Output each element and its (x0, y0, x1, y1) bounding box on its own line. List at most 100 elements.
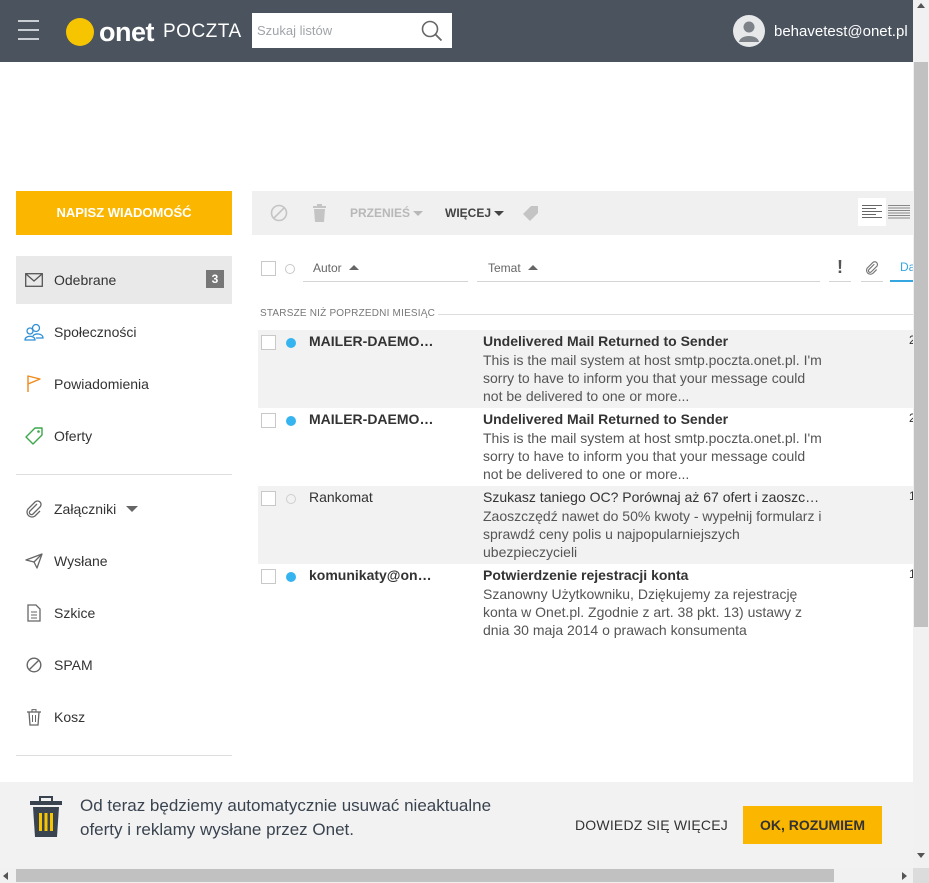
logo-product: POCZTA (163, 21, 242, 42)
mail-subject: Potwierdzenie rejestracji konta (483, 567, 689, 583)
mail-preview: This is the mail system at host smtp.poc… (483, 352, 822, 404)
search-input[interactable] (252, 13, 412, 48)
mail-row[interactable]: MAILER-DAEMON@smtp.poczta.onet.pl Undeli… (258, 408, 916, 486)
mail-row[interactable]: Rankomat Szukasz taniego OC? Porównaj aż… (258, 486, 916, 564)
move-label: PRZENIEŚ (350, 206, 411, 220)
priority-column-header[interactable]: ! (829, 254, 851, 282)
draft-icon (24, 603, 44, 623)
unread-count-badge: 3 (206, 270, 224, 288)
delete-button[interactable] (312, 191, 327, 235)
menu-icon[interactable] (18, 20, 39, 40)
sidebar-item-inbox[interactable]: Odebrane 3 (16, 256, 232, 304)
top-bar: onet POCZTA behavetest@onet.pl (0, 0, 924, 62)
vertical-scrollbar[interactable] (913, 0, 929, 868)
mail-author: MAILER-DAEMON@smtp.poczta.onet.pl (309, 411, 439, 427)
paperclip-icon (866, 260, 879, 275)
logo-dot-icon (66, 18, 94, 46)
more-label: WIĘCEJ (445, 206, 492, 220)
horizontal-scroll-thumb[interactable] (16, 869, 834, 882)
compose-button[interactable]: NAPISZ WIADOMOŚĆ (16, 191, 232, 235)
sidebar-item-sent[interactable]: Wysłane (16, 537, 232, 585)
onet-mail-page: onet POCZTA behavetest@onet.pl NAPISZ WI… (0, 0, 929, 883)
mail-author: komunikaty@onet.pl (309, 567, 439, 583)
chevron-down-icon (494, 210, 505, 216)
flag-icon (24, 374, 44, 394)
vertical-scroll-thumb[interactable] (914, 62, 928, 627)
learn-more-link[interactable]: DOWIEDZ SIĘ WIĘCEJ (575, 817, 728, 833)
sidebar-item-attachments[interactable]: Załączniki (16, 485, 232, 533)
sort-ascending-icon (527, 265, 538, 270)
scrollbar-corner (913, 868, 929, 883)
section-divider (438, 314, 913, 315)
trash-icon (313, 204, 326, 222)
unread-dot[interactable] (286, 338, 296, 348)
mail-checkbox[interactable] (261, 335, 276, 350)
sidebar-item-label: Kosz (54, 709, 86, 725)
label-button[interactable] (522, 191, 539, 235)
sidebar-divider (16, 755, 232, 756)
sort-ascending-icon (348, 265, 359, 270)
sidebar-item-spam[interactable]: SPAM (16, 641, 232, 689)
envelope-icon (24, 270, 44, 290)
chevron-down-icon[interactable] (126, 506, 139, 512)
tag-icon (523, 205, 538, 221)
people-icon (24, 322, 44, 342)
date-column-header[interactable]: Da (890, 254, 913, 282)
sidebar-item-social[interactable]: Społeczności (16, 308, 232, 356)
view-list-preview-button[interactable] (858, 198, 886, 226)
onet-logo[interactable]: onet POCZTA (66, 17, 242, 47)
mail-preview: This is the mail system at host smtp.poc… (483, 430, 822, 482)
unread-dot[interactable] (286, 572, 296, 582)
subject-column-header[interactable]: Temat (477, 254, 820, 282)
spam-button[interactable] (270, 191, 288, 235)
mail-row[interactable]: komunikaty@onet.pl Potwierdzenie rejestr… (258, 564, 916, 642)
sidebar-item-drafts[interactable]: Szkice (16, 589, 232, 637)
ok-understand-button[interactable]: OK, ROZUMIEM (743, 806, 882, 844)
trash-icon (24, 707, 44, 727)
sidebar-item-label: Szkice (54, 605, 96, 621)
scroll-left-icon[interactable] (3, 872, 8, 880)
sidebar-item-label: Oferty (54, 428, 93, 444)
sidebar-item-notifications[interactable]: Powiadomienia (16, 360, 232, 408)
scroll-up-icon[interactable] (917, 3, 925, 8)
unread-dot[interactable] (286, 416, 296, 426)
author-column-label: Autor (313, 260, 342, 275)
notice-bar: Od teraz będziemy automatycznie usuwać n… (0, 782, 913, 868)
compact-list-icon (888, 205, 910, 219)
author-column-header[interactable]: Autor (303, 254, 468, 282)
sidebar-divider (16, 474, 232, 475)
mail-checkbox[interactable] (261, 413, 276, 428)
mail-checkbox[interactable] (261, 491, 276, 506)
sidebar-item-label: Powiadomienia (54, 376, 149, 392)
sidebar-item-label: SPAM (54, 657, 93, 673)
attachment-column-header[interactable] (861, 254, 883, 282)
paperclip-icon (24, 499, 44, 519)
search-icon[interactable] (421, 20, 443, 42)
read-status-header (285, 264, 295, 274)
user-email: behavetest@onet.pl (774, 22, 908, 40)
scroll-down-icon[interactable] (917, 853, 925, 858)
notice-text: Od teraz będziemy automatycznie usuwać n… (80, 796, 492, 839)
text-lines-icon (862, 205, 882, 218)
mail-toolbar: PRZENIEŚ WIĘCEJ (252, 191, 913, 235)
mail-subject: Undelivered Mail Returned to Sender (483, 411, 729, 427)
tag-icon (24, 426, 44, 446)
scroll-right-icon[interactable] (902, 872, 907, 880)
more-dropdown[interactable]: WIĘCEJ (445, 191, 505, 235)
view-compact-button[interactable] (888, 198, 913, 226)
sidebar-item-trash[interactable]: Kosz (16, 693, 232, 741)
mail-preview: Szanowny Użytkowniku, Dziękujemy za reje… (483, 586, 803, 638)
logo-brand: onet (99, 16, 155, 47)
move-dropdown[interactable]: PRZENIEŚ (350, 191, 424, 235)
send-icon (24, 551, 44, 571)
mail-row[interactable]: MAILER-DAEMON@smtp.poczta.onet.pl Undeli… (258, 330, 916, 408)
sidebar-item-label: Załączniki (54, 501, 117, 517)
user-menu[interactable]: behavetest@onet.pl (733, 15, 924, 47)
mail-author: Rankomat (309, 489, 373, 505)
subject-column-label: Temat (488, 260, 521, 275)
horizontal-scrollbar[interactable] (0, 868, 913, 883)
mail-checkbox[interactable] (261, 569, 276, 584)
read-dot[interactable] (286, 494, 296, 504)
select-all-checkbox[interactable] (261, 261, 276, 276)
sidebar-item-offers[interactable]: Oferty (16, 412, 232, 460)
